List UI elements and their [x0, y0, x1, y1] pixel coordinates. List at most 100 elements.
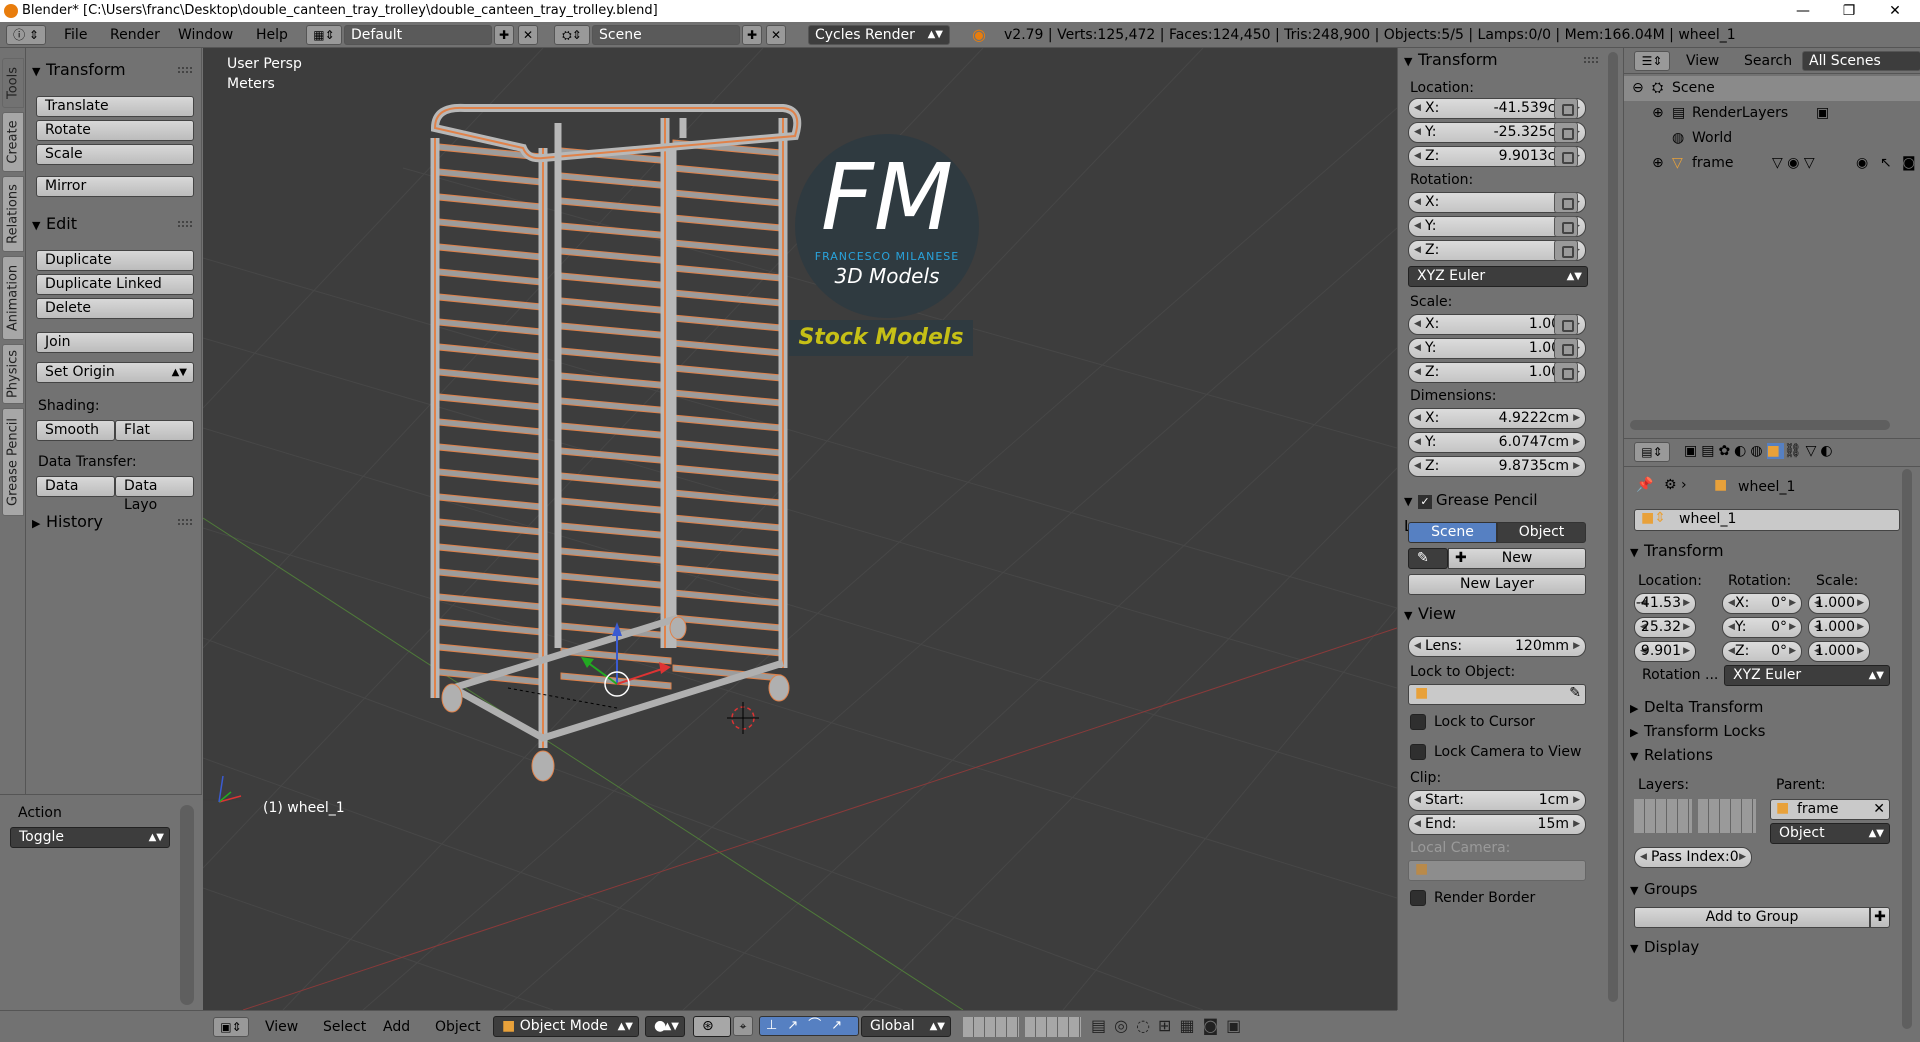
duplicate-button[interactable]: Duplicate: [36, 250, 194, 271]
3d-cursor-icon[interactable]: [727, 702, 759, 734]
lock-camera-checkbox[interactable]: [1410, 744, 1426, 760]
checkbox-checked-icon[interactable]: ✓: [1418, 495, 1432, 509]
rotation-field[interactable]: ◀ X: 0° ▶: [1722, 593, 1802, 614]
outliner-row-world[interactable]: ◍ World: [1624, 126, 1920, 151]
panel-header-edit[interactable]: ▼ Edit: [32, 212, 196, 236]
drag-grip-icon[interactable]: [1584, 57, 1598, 63]
lock-scale-y-icon[interactable]: [1554, 338, 1578, 359]
parent-type-select[interactable]: Object ▲▼: [1770, 823, 1890, 844]
editor-type-info-icon[interactable]: ⓘ ⇕: [6, 25, 46, 45]
npanel-scrollbar[interactable]: [1608, 52, 1618, 1002]
local-camera-field[interactable]: ■: [1408, 860, 1586, 881]
delete-button[interactable]: Delete: [36, 298, 194, 319]
mirror-button[interactable]: Mirror: [36, 176, 194, 197]
arrow-right-icon[interactable]: ▶: [1739, 848, 1746, 867]
dimension-z-field[interactable]: ◀ Z: 9.8735cm ▶: [1408, 456, 1586, 477]
outliner-scrollbar[interactable]: [1630, 420, 1890, 430]
drag-grip-icon[interactable]: [178, 67, 192, 73]
arrow-right-icon[interactable]: ▶: [1789, 642, 1796, 661]
gp-new-layer-button[interactable]: New Layer: [1408, 574, 1586, 595]
menu-render[interactable]: Render: [110, 22, 160, 48]
scale-field[interactable]: ◀ 1.000 ▶: [1808, 593, 1870, 614]
arrow-left-icon[interactable]: ◀: [1728, 618, 1735, 637]
transform-orientation-select[interactable]: Global ▲▼: [861, 1016, 951, 1037]
lock-rotation-z-icon[interactable]: [1554, 240, 1578, 261]
flat-button[interactable]: Flat: [115, 420, 194, 441]
layers-grid-2[interactable]: [1025, 1017, 1081, 1037]
location-field[interactable]: ◀ -41.53 ▶: [1634, 593, 1696, 614]
layers-grid-1[interactable]: [963, 1017, 1019, 1037]
rotation-mode-select[interactable]: XYZ Euler ▲▼: [1724, 665, 1890, 686]
render-border-checkbox[interactable]: [1410, 890, 1426, 906]
pin-icon[interactable]: 📌: [1636, 477, 1653, 493]
menu-add[interactable]: Add: [383, 1011, 410, 1042]
arrow-right-icon[interactable]: ▶: [1573, 433, 1580, 452]
scene-name-field[interactable]: Scene: [592, 25, 740, 45]
outliner-row-frame[interactable]: ⊕ ▽ frame ▽ ◉ ▽ ◉ ↖ ◙: [1624, 151, 1920, 176]
panel-header-display[interactable]: ▼ Display: [1630, 935, 1794, 959]
scene-icon[interactable]: ⛭⇕: [554, 25, 590, 45]
arrow-left-icon[interactable]: ◀: [1728, 594, 1735, 613]
gp-new-button[interactable]: ✚ New: [1448, 548, 1586, 569]
outliner-row-scene[interactable]: ⊖ ⛭ Scene: [1624, 76, 1920, 101]
arrow-left-icon[interactable]: ◀: [1640, 848, 1647, 867]
menu-select[interactable]: Select: [323, 1011, 366, 1042]
properties-scrollbar[interactable]: [1902, 469, 1912, 1029]
pivot-point-icon[interactable]: ⊛: [693, 1016, 731, 1037]
menu-view[interactable]: View: [265, 1011, 298, 1042]
rotation-mode-select[interactable]: XYZ Euler ▲▼: [1408, 266, 1588, 287]
layer-grid-2[interactable]: [1698, 799, 1756, 833]
arrow-left-icon[interactable]: ◀: [1414, 637, 1421, 656]
arrow-left-icon[interactable]: ◀: [1414, 433, 1421, 452]
parent-field[interactable]: ■ frame ✕: [1770, 799, 1890, 820]
arrow-left-icon[interactable]: ◀: [1414, 99, 1421, 118]
clip-start-field[interactable]: ◀ Start: 1cm ▶: [1408, 790, 1586, 811]
set-origin-button[interactable]: Set Origin ▲▼: [36, 362, 194, 383]
lock-object-field[interactable]: ■ ✎: [1408, 684, 1586, 705]
drag-grip-icon[interactable]: [178, 519, 192, 525]
tab-physics[interactable]: Physics: [2, 344, 24, 404]
arrow-left-icon[interactable]: ◀: [1414, 241, 1421, 260]
arrow-left-icon[interactable]: ◀: [1414, 339, 1421, 358]
manipulator-icons[interactable]: ⊥↗⌒↗: [759, 1016, 859, 1036]
gp-scene-toggle[interactable]: Scene: [1408, 522, 1497, 543]
camera-render-icon[interactable]: ◙: [1902, 151, 1916, 176]
arrow-right-icon[interactable]: ▶: [1683, 618, 1690, 637]
clear-icon[interactable]: ✕: [1873, 801, 1885, 817]
arrow-right-icon[interactable]: ▶: [1789, 594, 1796, 613]
view-tool-icons[interactable]: ▤◎◌⊞▦◙▣: [1091, 1016, 1249, 1035]
render-engine-select[interactable]: Cycles Render ▲▼: [808, 25, 950, 45]
screen-layout-icon[interactable]: ▦⇕: [306, 25, 342, 45]
panel-header-transform[interactable]: ▼ Transform: [1404, 48, 1598, 72]
rotate-button[interactable]: Rotate: [36, 120, 194, 141]
rotation-field[interactable]: ◀ Z: 0° ▶: [1722, 641, 1802, 662]
data-layout-button[interactable]: Data Layo: [115, 476, 194, 513]
close-window-button[interactable]: ✕: [1872, 0, 1918, 22]
arrow-right-icon[interactable]: ▶: [1857, 618, 1864, 637]
panel-header-grease-pencil[interactable]: ▼✓Grease Pencil Layer: [1404, 488, 1568, 535]
lens-field[interactable]: ◀ Lens: 120mm ▶: [1408, 636, 1586, 657]
tab-animation[interactable]: Animation: [2, 256, 24, 340]
menu-object[interactable]: Object: [435, 1011, 481, 1042]
arrow-left-icon[interactable]: ◀: [1414, 193, 1421, 212]
arrow-right-icon[interactable]: ▶: [1789, 618, 1796, 637]
editor-type-outliner-icon[interactable]: ☰⇕: [1634, 51, 1670, 71]
menu-window[interactable]: Window: [178, 22, 233, 48]
location-field[interactable]: ◀ 25.32 ▶: [1634, 617, 1696, 638]
plus-icon[interactable]: ✚: [1870, 907, 1890, 928]
object-name-field[interactable]: ■⇕ wheel_1: [1634, 509, 1900, 531]
tab-create[interactable]: Create: [2, 112, 24, 172]
panel-header-transform-locks[interactable]: ▶ Transform Locks: [1630, 719, 1794, 743]
arrow-left-icon[interactable]: ◀: [1414, 147, 1421, 166]
arrow-left-icon[interactable]: ◀: [1414, 363, 1421, 382]
layout-name-field[interactable]: Default: [344, 25, 492, 45]
duplicate-linked-button[interactable]: Duplicate Linked: [36, 274, 194, 295]
data-transfer-button[interactable]: Data: [36, 476, 115, 497]
arrow-right-icon[interactable]: ▶: [1573, 409, 1580, 428]
layer-grid-1[interactable]: [1634, 799, 1692, 833]
editor-type-3dview-icon[interactable]: ▣⇕: [213, 1017, 249, 1037]
mode-select[interactable]: ■ Object Mode ▲▼: [493, 1016, 639, 1037]
panel-header-history[interactable]: ▶ History: [32, 510, 196, 534]
arrow-left-icon[interactable]: ◀: [1414, 315, 1421, 334]
editor-type-properties-icon[interactable]: ▤⇕: [1634, 442, 1670, 462]
